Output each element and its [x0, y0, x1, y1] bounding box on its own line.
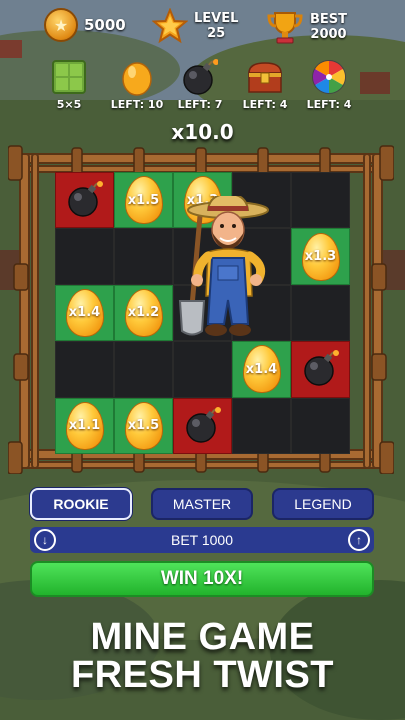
coins-stat: ★ 5000 — [44, 8, 126, 42]
board-cell-r1-c1[interactable] — [55, 172, 114, 229]
wheel-left-label: LEFT: 4 — [306, 98, 352, 111]
golden-egg-icon: x1.5 — [124, 401, 163, 450]
promo-line-2: FRESH TWIST — [70, 654, 335, 696]
golden-egg-icon: x1.1 — [65, 401, 104, 450]
arrow-up-icon: ↑ — [356, 533, 362, 547]
best-value: 2000 — [310, 27, 347, 42]
chests-left-item: LEFT: 4 — [232, 58, 298, 111]
board-cell-r5-c1[interactable]: x1.1 — [55, 397, 114, 454]
items-row: 5×5 LEFT: 10 LEFT: 7 LEFT: 4 LEFT: 4 — [0, 58, 405, 114]
board-cell-r3-c1[interactable]: x1.4 — [55, 284, 114, 342]
egg-multiplier-label: x1.2 — [127, 305, 160, 321]
top-stats-bar: ★ 5000 LEVEL 25 BEST 2000 — [0, 8, 405, 52]
grid-size-item[interactable]: 5×5 — [36, 58, 102, 111]
eggs-left-label: LEFT: 10 — [110, 98, 164, 111]
golden-egg-icon: x1.3 — [301, 232, 340, 281]
golden-egg-icon: x1.5 — [124, 176, 163, 225]
egg-multiplier-label: x1.5 — [127, 192, 160, 208]
bet-increase-button[interactable]: ↑ — [348, 529, 370, 551]
board-cell-r5-c3[interactable] — [173, 397, 232, 454]
board-cell-r2-c5[interactable]: x1.3 — [291, 228, 350, 285]
board-cell-r1-c5[interactable] — [291, 172, 350, 229]
chests-left-label: LEFT: 4 — [242, 98, 288, 111]
grid-size-label: 5×5 — [56, 98, 82, 111]
cash-out-button[interactable]: WIN 10X! — [30, 561, 374, 597]
board-cell-r5-c4[interactable] — [232, 397, 291, 454]
egg-multiplier-label: x1.5 — [127, 418, 160, 434]
board-cell-r4-c3[interactable] — [173, 341, 232, 398]
golden-egg-icon: x1.2 — [124, 288, 163, 337]
bombs-left-label: LEFT: 7 — [177, 98, 223, 111]
board-cell-r4-c5[interactable] — [291, 341, 350, 398]
egg-icon — [122, 62, 152, 96]
bet-control: ↓ BET 1000 ↑ — [30, 527, 374, 553]
farmer-character — [178, 196, 269, 336]
board-cell-r5-c2[interactable]: x1.5 — [114, 397, 173, 454]
grid-icon — [52, 60, 86, 94]
difficulty-selector: ROOKIE MASTER LEGEND — [30, 488, 374, 520]
best-label: BEST — [310, 12, 348, 27]
star-icon — [152, 8, 188, 44]
board-cell-r3-c5[interactable] — [291, 284, 350, 342]
eggs-left-item: LEFT: 10 — [104, 58, 170, 111]
difficulty-legend-button[interactable]: LEGEND — [272, 488, 374, 520]
bomb-icon — [183, 59, 218, 95]
bomb-icon — [301, 347, 341, 391]
bombs-left-item: LEFT: 7 — [167, 58, 233, 111]
egg-multiplier-label: x1.3 — [304, 249, 337, 265]
current-multiplier: x10.0 — [171, 120, 234, 144]
egg-multiplier-label: x1.4 — [68, 305, 101, 321]
treasure-chest-icon — [248, 62, 282, 93]
golden-egg-icon: x1.4 — [65, 288, 104, 337]
board-cell-r2-c1[interactable] — [55, 228, 114, 285]
bomb-icon — [65, 178, 105, 222]
board-cell-r4-c2[interactable] — [114, 341, 173, 398]
golden-egg-icon: x1.4 — [242, 345, 281, 394]
board-cell-r3-c2[interactable]: x1.2 — [114, 284, 173, 342]
best-stat: BEST 2000 — [266, 8, 347, 46]
egg-multiplier-label: x1.1 — [68, 418, 101, 434]
promo-headline: MINE GAME FRESH TWIST — [0, 618, 405, 694]
level-label: LEVEL — [194, 11, 239, 26]
board-cell-r5-c5[interactable] — [291, 397, 350, 454]
prize-wheel-icon — [312, 60, 346, 94]
bet-decrease-button[interactable]: ↓ — [34, 529, 56, 551]
wheel-left-item: LEFT: 4 — [296, 58, 362, 111]
trophy-icon — [267, 12, 303, 44]
coin-icon: ★ — [44, 8, 78, 42]
board-cell-r4-c1[interactable] — [55, 341, 114, 398]
bet-amount: BET 1000 — [170, 532, 233, 548]
egg-multiplier-label: x1.4 — [245, 361, 278, 377]
bomb-icon — [183, 404, 223, 448]
board-cell-r4-c4[interactable]: x1.4 — [232, 341, 291, 398]
level-value: 25 — [207, 26, 226, 41]
coins-value: 5000 — [84, 16, 126, 34]
level-stat: LEVEL 25 — [152, 8, 238, 44]
promo-line-1: MINE GAME — [90, 616, 315, 658]
difficulty-master-button[interactable]: MASTER — [151, 488, 253, 520]
arrow-down-icon: ↓ — [42, 533, 48, 547]
board-cell-r1-c2[interactable]: x1.5 — [114, 172, 173, 229]
board-cell-r2-c2[interactable] — [114, 228, 173, 285]
difficulty-rookie-button[interactable]: ROOKIE — [30, 488, 132, 520]
